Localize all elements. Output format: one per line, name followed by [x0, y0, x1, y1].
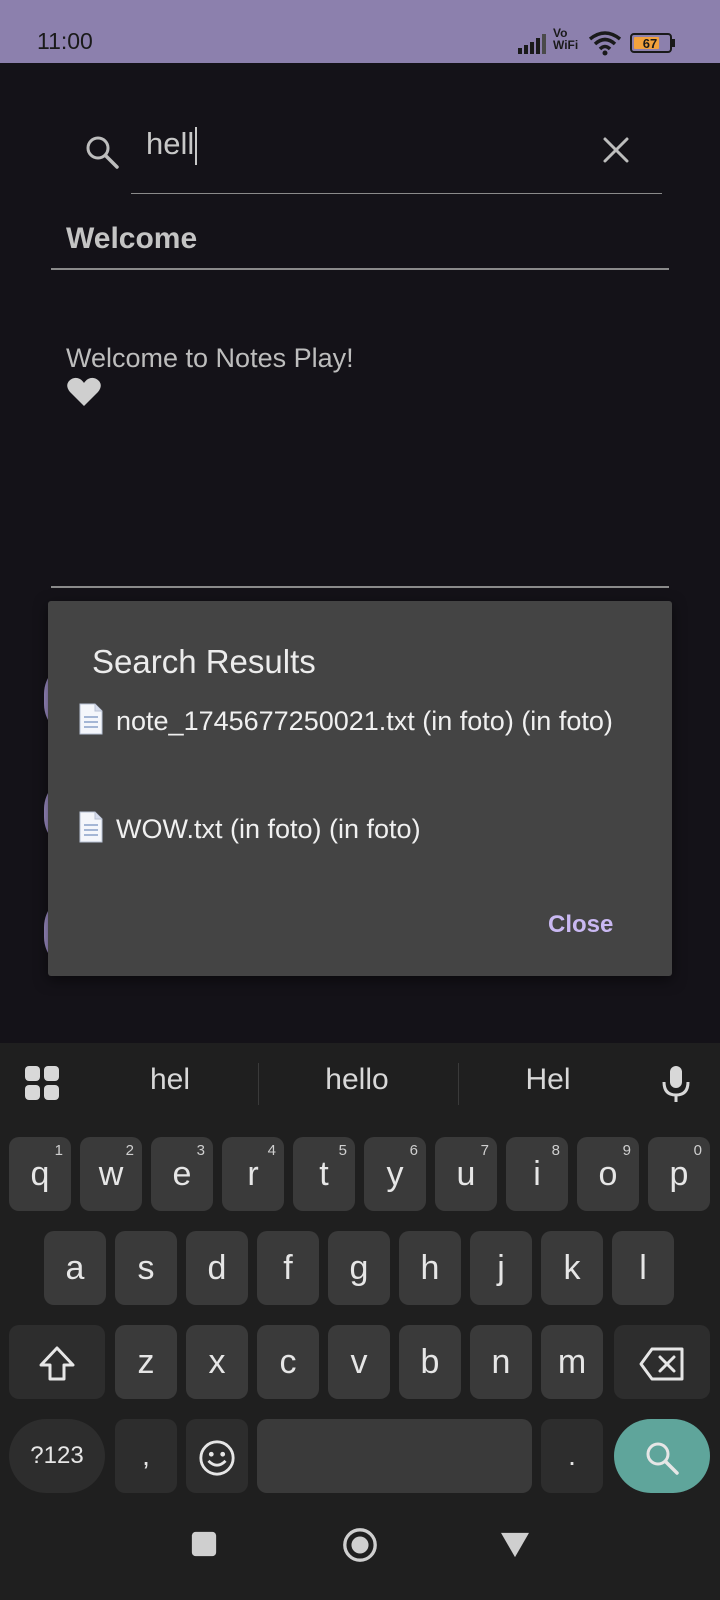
dialog-title: Search Results — [92, 643, 316, 680]
search-results-dialog: Search Results note_1745677250021.txt (i… — [48, 601, 672, 976]
search-key[interactable] — [614, 1419, 710, 1493]
note-title-field[interactable]: Welcome — [66, 222, 197, 256]
home-icon[interactable] — [341, 1526, 379, 1564]
emoji-icon — [199, 1440, 235, 1476]
key-f[interactable]: f — [257, 1231, 319, 1305]
suggestion-1[interactable]: hel — [100, 1063, 240, 1097]
key-o[interactable]: o9 — [577, 1137, 639, 1211]
suggestion-2[interactable]: hello — [272, 1063, 442, 1097]
wifi-icon — [588, 31, 622, 56]
signal-icon — [518, 34, 546, 54]
key-u[interactable]: u7 — [435, 1137, 497, 1211]
suggestion-3[interactable]: Hel — [478, 1063, 618, 1097]
key-k[interactable]: k — [541, 1231, 603, 1305]
key-b[interactable]: b — [399, 1325, 461, 1399]
comma-key[interactable]: , — [115, 1419, 177, 1493]
navigation-bar — [0, 1513, 720, 1600]
key-y[interactable]: y6 — [364, 1137, 426, 1211]
search-underline — [131, 193, 662, 194]
search-icon — [86, 136, 119, 169]
status-bar: 11:00 Vo WiFi 67 — [0, 0, 720, 63]
note-body-field[interactable]: Welcome to Notes Play! — [66, 340, 354, 376]
key-r[interactable]: r4 — [222, 1137, 284, 1211]
backspace-key[interactable] — [614, 1325, 710, 1399]
back-icon[interactable] — [499, 1531, 531, 1559]
period-key[interactable]: . — [541, 1419, 603, 1493]
key-v[interactable]: v — [328, 1325, 390, 1399]
keyboard: hel hello Hel q1 w2 e3 r4 t5 y6 u7 i8 o9… — [0, 1043, 720, 1513]
vowifi-label: Vo WiFi — [553, 26, 579, 52]
key-q[interactable]: q1 — [9, 1137, 71, 1211]
suggestion-bar: hel hello Hel — [0, 1043, 720, 1123]
shift-key[interactable] — [9, 1325, 105, 1399]
spacebar[interactable] — [257, 1419, 532, 1493]
key-p[interactable]: p0 — [648, 1137, 710, 1211]
heart-icon — [67, 377, 101, 406]
microphone-icon[interactable] — [661, 1065, 691, 1103]
key-t[interactable]: t5 — [293, 1137, 355, 1211]
emoji-key[interactable] — [186, 1419, 248, 1493]
key-d[interactable]: d — [186, 1231, 248, 1305]
key-l[interactable]: l — [612, 1231, 674, 1305]
key-j[interactable]: j — [470, 1231, 532, 1305]
battery-level: 67 — [642, 36, 658, 51]
key-n[interactable]: n — [470, 1325, 532, 1399]
key-g[interactable]: g — [328, 1231, 390, 1305]
key-m[interactable]: m — [541, 1325, 603, 1399]
backspace-icon — [639, 1347, 684, 1381]
symbols-key[interactable]: ?123 — [9, 1419, 105, 1493]
key-x[interactable]: x — [186, 1325, 248, 1399]
recents-icon[interactable] — [190, 1530, 218, 1558]
title-underline — [51, 268, 669, 270]
key-z[interactable]: z — [115, 1325, 177, 1399]
key-s[interactable]: s — [115, 1231, 177, 1305]
close-button[interactable]: Close — [548, 911, 613, 939]
key-e[interactable]: e3 — [151, 1137, 213, 1211]
key-w[interactable]: w2 — [80, 1137, 142, 1211]
document-icon — [79, 703, 103, 735]
grid-icon[interactable] — [24, 1065, 60, 1101]
close-icon[interactable] — [600, 134, 632, 166]
key-i[interactable]: i8 — [506, 1137, 568, 1211]
key-c[interactable]: c — [257, 1325, 319, 1399]
shift-icon — [39, 1346, 75, 1381]
search-icon — [646, 1442, 679, 1475]
status-time: 11:00 — [37, 28, 93, 54]
body-underline — [51, 586, 669, 588]
search-input[interactable]: hell — [146, 126, 566, 176]
document-icon — [79, 811, 103, 843]
key-h[interactable]: h — [399, 1231, 461, 1305]
result-item[interactable]: note_1745677250021.txt (in foto) (in fot… — [78, 699, 638, 743]
battery-icon: 67 — [630, 33, 672, 53]
key-a[interactable]: a — [44, 1231, 106, 1305]
result-item[interactable]: WOW.txt (in foto) (in foto) — [78, 807, 638, 851]
